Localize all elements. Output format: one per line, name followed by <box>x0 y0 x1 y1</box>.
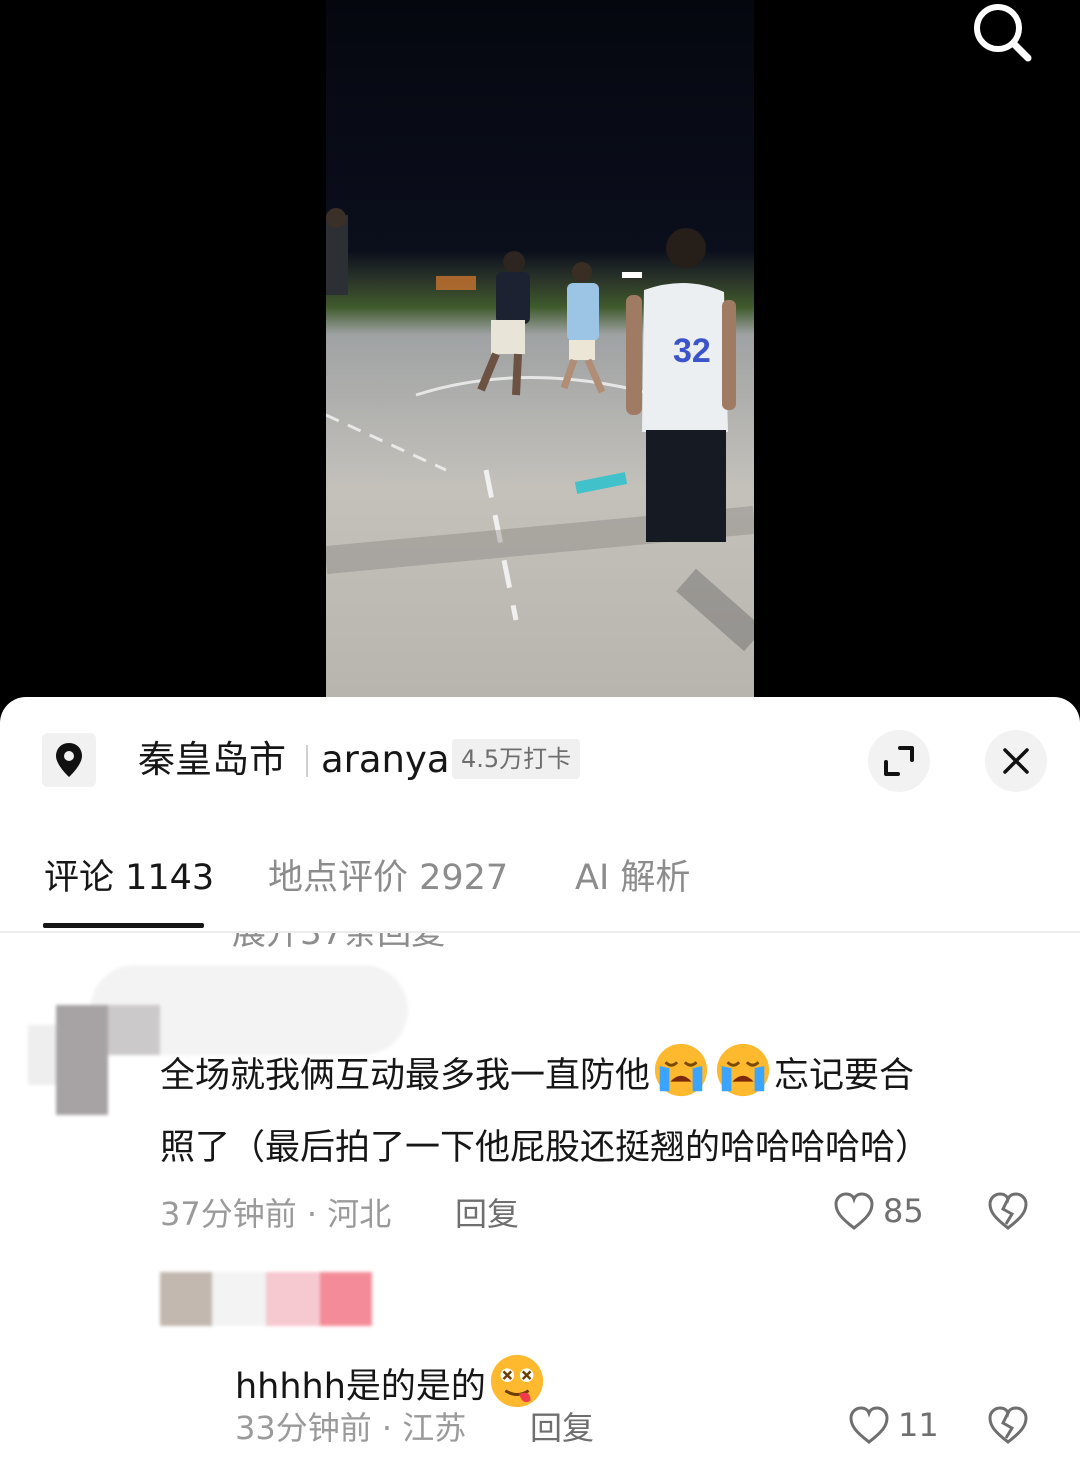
expand-replies-link[interactable]: 展开37条回复 <box>232 933 445 955</box>
heart-icon <box>849 1406 889 1444</box>
expand-icon <box>884 746 914 776</box>
like-button[interactable]: 11 <box>848 1405 939 1445</box>
like-button[interactable]: 85 <box>833 1191 924 1231</box>
tab-comments[interactable]: 评论 1143 <box>44 855 214 901</box>
loudly-crying-emoji <box>654 1043 708 1097</box>
broken-heart-icon <box>988 1406 1028 1444</box>
tab-ai-analysis[interactable]: AI 解析 <box>575 855 690 901</box>
reply-avatar <box>160 1272 390 1328</box>
comment-meta: 37分钟前 · 河北 <box>160 1195 392 1233</box>
reply-button[interactable]: 回复 <box>455 1194 519 1234</box>
reply-meta: 33分钟前 · 江苏 <box>235 1409 467 1447</box>
location-bar[interactable]: 秦皇岛市 aranya 4.5万打卡 <box>0 697 1080 827</box>
comment-text: 全场就我俩互动最多我一直防他 忘记要合 照了（最后拍了一下他屁股还挺翘的哈哈哈哈哈… <box>160 1040 1040 1184</box>
tab-location-reviews[interactable]: 地点评价 2927 <box>268 855 508 901</box>
dislike-button[interactable] <box>987 1191 1029 1235</box>
like-count: 11 <box>898 1406 939 1444</box>
location-place-name[interactable]: aranya <box>321 737 450 783</box>
broken-heart-icon <box>988 1192 1028 1230</box>
close-button[interactable] <box>985 730 1047 792</box>
location-pin-icon <box>56 743 82 777</box>
active-tab-indicator <box>43 923 204 928</box>
checkin-count-badge: 4.5万打卡 <box>452 739 581 779</box>
search-button[interactable] <box>970 0 1034 64</box>
svg-text:32: 32 <box>673 332 711 370</box>
video-background: 32 <box>0 0 1080 700</box>
search-icon <box>974 4 1032 62</box>
heart-icon <box>834 1192 874 1230</box>
like-count: 85 <box>883 1192 924 1230</box>
comment-sheet: 秦皇岛市 aranya 4.5万打卡 评论 1143 地点评价 2927 AI … <box>0 697 1080 1483</box>
dislike-button[interactable] <box>987 1405 1029 1449</box>
location-divider <box>306 745 308 777</box>
tab-bar: 评论 1143 地点评价 2927 AI 解析 <box>0 827 1080 933</box>
location-city: 秦皇岛市 <box>138 738 286 781</box>
expand-button[interactable] <box>868 730 930 792</box>
dizzy-tongue-emoji <box>490 1354 544 1408</box>
location-pin-button[interactable] <box>42 733 96 787</box>
close-icon <box>1003 748 1029 774</box>
comment-list: 展开37条回复 全场就我俩互动最多我一直防他 忘记要合 照了（最后拍了一下他屁股还… <box>0 933 1080 1483</box>
video-player[interactable]: 32 <box>326 0 754 697</box>
reply-button[interactable]: 回复 <box>530 1408 594 1448</box>
loudly-crying-emoji <box>716 1043 770 1097</box>
video-frame-image: 32 <box>326 208 754 652</box>
